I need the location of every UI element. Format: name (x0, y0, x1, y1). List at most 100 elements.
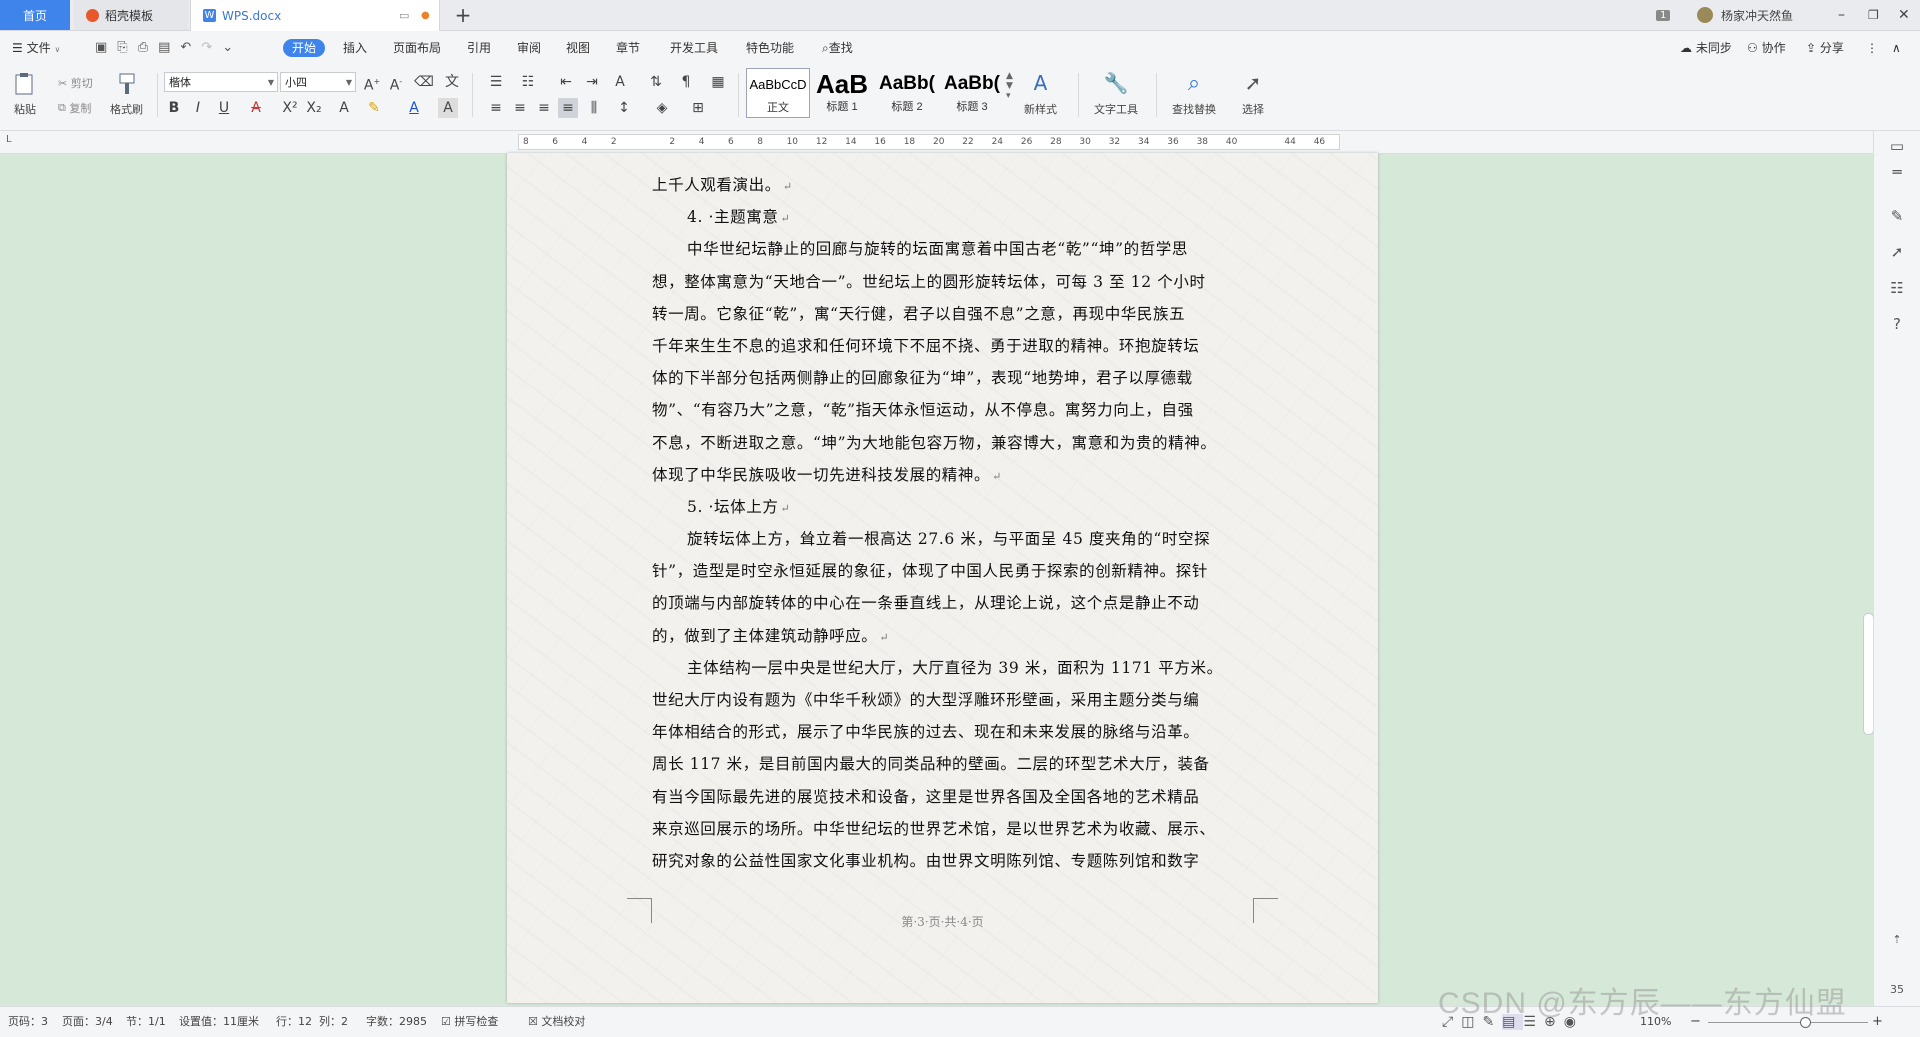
text-line[interactable]: 4. ·主题寓意 ↵ (652, 201, 1260, 233)
align-center-icon[interactable]: ≡ (510, 98, 530, 118)
table-icon[interactable]: ▦ (708, 72, 728, 92)
tab-special[interactable]: 特色功能 (746, 39, 794, 57)
shading-icon[interactable]: ◈ (652, 98, 672, 118)
status-page[interactable]: 页面：3/4 (62, 1007, 113, 1037)
show-marks-icon[interactable]: ¶ (676, 72, 696, 92)
italic-icon[interactable]: I (188, 98, 208, 118)
strikethrough-icon[interactable]: A (246, 98, 266, 118)
text-line[interactable]: 周长 117 米，是目前国内最大的同类品种的壁画。二层的环型艺术大厅，装备 (652, 748, 1260, 780)
select-button[interactable]: ➚ 选择 (1240, 71, 1266, 117)
align-left-icon[interactable]: ≡ (486, 98, 506, 118)
settings-sliders-icon[interactable]: ☷ (1888, 279, 1906, 297)
distribute-icon[interactable]: ⫼ (584, 98, 604, 118)
spell-check-button[interactable]: ☑ 拼写检查 (441, 1007, 498, 1037)
bold-icon[interactable]: B (164, 98, 184, 118)
cut-button[interactable]: ✂ 剪切 (58, 75, 93, 91)
text-effect-icon[interactable]: A (334, 98, 354, 118)
undo-icon[interactable]: ↶ (180, 40, 201, 55)
quick-access-toolbar[interactable]: ▣⎘⎙▤↶↷⌄ (95, 39, 243, 57)
tab-template[interactable]: 稻壳模板 (74, 0, 188, 30)
minimize-button[interactable]: – (1838, 0, 1845, 30)
text-line[interactable]: 体现了中华民族吸收一切先进科技发展的精神。 ↵ (652, 459, 1260, 491)
redo-icon[interactable]: ↷ (201, 40, 222, 55)
search-command[interactable]: ⌕查找 (822, 39, 853, 57)
decrease-indent-icon[interactable]: ⇤ (556, 72, 576, 92)
status-word-count[interactable]: 字数：2985 (366, 1007, 427, 1037)
text-line[interactable]: 年体相结合的形式，展示了中华民族的过去、现在和未来发展的脉络与沿革。 (652, 716, 1260, 748)
font-color-icon[interactable]: A (404, 98, 424, 118)
export-icon[interactable]: ⎘ (117, 40, 137, 55)
close-button[interactable]: ✕ (1898, 0, 1910, 30)
paste-button[interactable]: 粘贴 (12, 71, 38, 117)
text-direction-icon[interactable]: A (610, 72, 630, 92)
format-painter-button[interactable]: 格式刷 (110, 71, 143, 117)
text-line[interactable]: 千年来生生不息的追求和任何环境下不屈不挠、勇于进取的精神。环抱旋转坛 (652, 330, 1260, 362)
user-account[interactable]: 杨家冲天然鱼 (1697, 0, 1793, 30)
monitor-icon[interactable]: ▭ (399, 9, 409, 22)
find-replace-button[interactable]: ⌕ 查找替换 (1172, 71, 1216, 117)
tab-document[interactable]: W WPS.docx ▭ ● (190, 0, 440, 31)
clear-format-icon[interactable]: ⌫ (414, 72, 434, 92)
text-line[interactable]: 中华世纪坛静止的回廊与旋转的坛面寓意着中国古老“乾”“坤”的哲学思 (652, 233, 1260, 265)
restore-button[interactable]: ❐ (1868, 0, 1879, 30)
text-line[interactable]: 针”，造型是时空永恒延展的象征，体现了中国人民勇于探索的创新精神。探针 (652, 555, 1260, 587)
tab-developer[interactable]: 开发工具 (670, 39, 718, 57)
copy-button[interactable]: ⧉ 复制 (58, 100, 91, 116)
font-size-select[interactable]: 小四 ▼ (280, 72, 356, 92)
text-line[interactable]: 物”、“有容乃大”之意，“乾”指天体永恒运动，从不停息。寓努力向上，自强 (652, 394, 1260, 426)
new-style-button[interactable]: A 新样式 (1024, 71, 1057, 117)
text-line[interactable]: 主体结构一层中央是世纪大厅，大厅直径为 39 米，面积为 1171 平方米。 (652, 652, 1260, 684)
zoom-in-button[interactable]: + (1872, 1007, 1883, 1037)
style-heading1[interactable]: AaB 标题 1 (812, 68, 872, 116)
zoom-slider[interactable] (1708, 1017, 1868, 1028)
align-right-icon[interactable]: ≡ (534, 98, 554, 118)
text-line[interactable]: 研究对象的公益性国家文化事业机构。由世界文明陈列馆、专题陈列馆和数字 (652, 845, 1260, 877)
doc-proof-button[interactable]: ☒ 文档校对 (528, 1007, 585, 1037)
file-menu[interactable]: ☰ 文件 ∨ (12, 39, 60, 57)
tab-insert[interactable]: 插入 (343, 39, 367, 57)
window-badge[interactable]: 1 (1656, 0, 1671, 30)
select-pointer-icon[interactable]: ➚ (1888, 243, 1906, 261)
text-line[interactable]: 想，整体寓意为“天地合一”。世纪坛上的圆形旋转坛体，可每 3 至 12 个小时 (652, 266, 1260, 298)
sort-icon[interactable]: ⇅ (646, 72, 666, 92)
status-page-code[interactable]: 页码：3 (8, 1007, 48, 1037)
line-spacing-icon[interactable]: ↕ (614, 98, 634, 118)
horizontal-ruler[interactable]: L 8 6 4 2 2 4 6 8 10 12 14 16 18 20 22 24 26 28 30 32 34 36 38… (0, 131, 1920, 154)
text-line[interactable]: 不息，不断进取之意。“坤”为大地能包容万物，兼容博大，寓意和为贵的精神。 (652, 427, 1260, 459)
tab-start[interactable]: 开始 (283, 39, 326, 57)
char-shading-icon[interactable]: A (438, 98, 458, 118)
print-icon[interactable]: ⎙ (138, 40, 158, 55)
tab-home[interactable]: 首页 (0, 0, 70, 30)
text-line[interactable]: 来京巡回展示的场所。中华世纪坛的世界艺术馆，是以世界艺术为收藏、展示、 (652, 813, 1260, 845)
text-line[interactable]: 5. ·坛体上方 ↵ (652, 491, 1260, 523)
superscript-icon[interactable]: X² (280, 98, 300, 118)
tab-chapter[interactable]: 章节 (616, 39, 640, 57)
scroll-up-arrow[interactable]: ⇡ (1888, 931, 1906, 949)
text-line[interactable]: 世纪大厅内设有题为《中华千秋颂》的大型浮雕环形壁画，采用主题分类与编 (652, 684, 1260, 716)
border-icon[interactable]: ⊞ (688, 98, 708, 118)
text-line[interactable]: 转一周。它象征“乾”，寓“天行健，君子以自强不息”之意，再现中华民族五 (652, 298, 1260, 330)
text-line[interactable]: 有当今国际最先进的展览技术和设备，这里是世界各国及全国各地的艺术精品 (652, 781, 1260, 813)
collapse-icon[interactable]: ═ (1888, 163, 1906, 181)
text-line[interactable]: 的，做到了主体建筑动静呼应。 ↵ (652, 620, 1260, 652)
highlight-icon[interactable]: ✎ (364, 98, 384, 118)
increase-indent-icon[interactable]: ⇥ (582, 72, 602, 92)
more-options-icon[interactable]: ⋮ (1866, 39, 1878, 57)
text-tools-button[interactable]: 🔧 文字工具 (1094, 71, 1138, 117)
document-body[interactable]: 上千人观看演出。 ↵ 4. ·主题寓意 ↵ 中华世纪坛静止的回廊与旋转的坛面寓意着中国古… (652, 169, 1260, 877)
tab-references[interactable]: 引用 (467, 39, 491, 57)
share-button[interactable]: ⇪ 分享 (1806, 39, 1844, 57)
preview-icon[interactable]: ▤ (158, 40, 180, 55)
text-line[interactable]: 体的下半部分包括两侧静止的回廊象征为“坤”，表现“地势坤，君子以厚德载 (652, 362, 1260, 394)
more-icon[interactable]: ⌄ (222, 40, 243, 55)
status-setting[interactable]: 设置值：11厘米 (179, 1007, 259, 1037)
tab-page-layout[interactable]: 页面布局 (393, 39, 441, 57)
grow-font-icon[interactable]: A+ (362, 72, 382, 94)
collab-button[interactable]: ⚇ 协作 (1747, 39, 1786, 57)
tab-review[interactable]: 审阅 (517, 39, 541, 57)
vertical-scrollbar[interactable] (1860, 153, 1874, 1003)
sync-status[interactable]: ☁ 未同步 (1680, 39, 1732, 57)
pinyin-icon[interactable]: 文 (442, 72, 462, 92)
collapse-ribbon-icon[interactable]: ∧ (1892, 39, 1901, 57)
style-heading2[interactable]: AaBb( 标题 2 (876, 68, 938, 116)
